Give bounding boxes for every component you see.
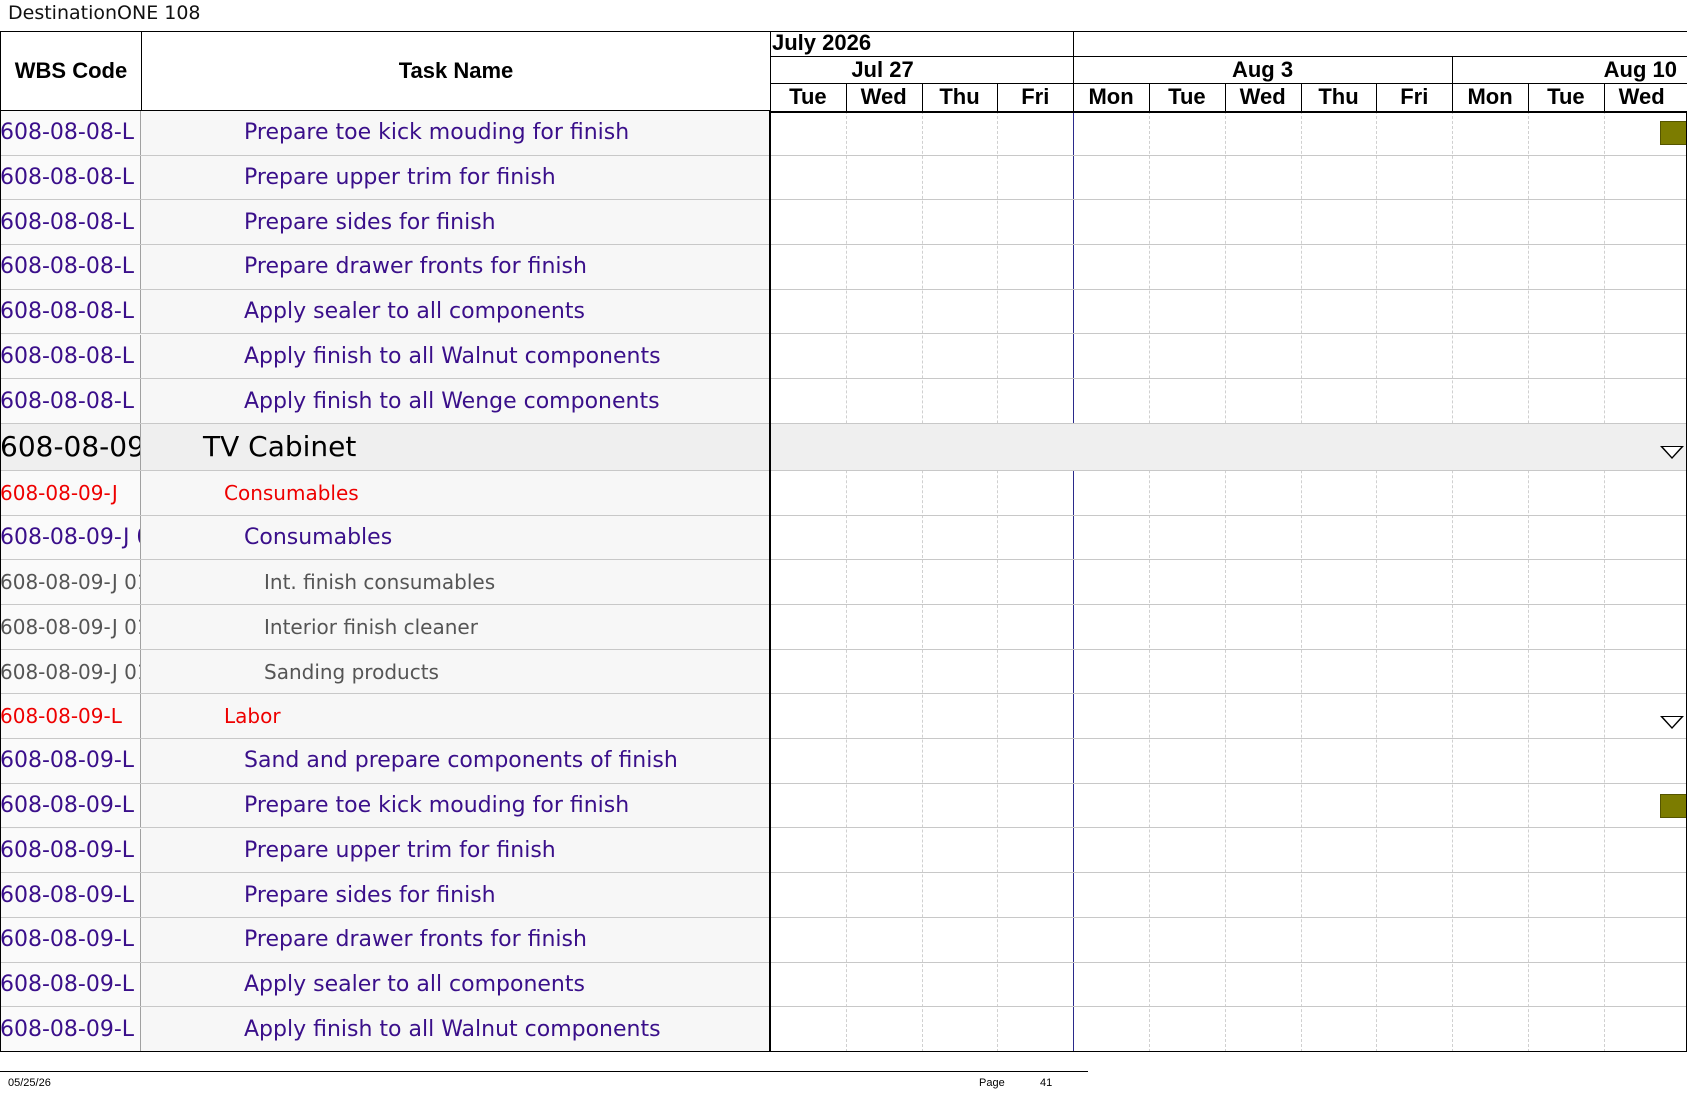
footer-rule [0,1071,1088,1072]
summary-collapse-triangle-icon[interactable] [1660,446,1684,460]
table-row[interactable]: 608-08-09-L 0 Prepare upper trim for fini… [0,828,1687,874]
gantt-task-bar[interactable] [1660,121,1687,146]
day-label: Mon [1467,84,1513,109]
task-name-cell: Sand and prepare components of finish [244,748,678,774]
summary-collapse-triangle-icon[interactable] [1660,715,1684,729]
task-name-cell: Prepare drawer fronts for finish [244,927,587,953]
wbs-code-cell: 608-08-08-L 0 [0,334,141,379]
day-label: Wed [1618,84,1665,109]
task-name-cell: Prepare toe kick mouding for finish [244,120,630,146]
task-name-cell: Prepare drawer fronts for finish [244,254,587,280]
month-label: July 2026 [772,30,872,55]
table-row[interactable]: 608-08-08-L 0 Apply finish to all Walnut … [0,334,1687,380]
wbs-code-cell: 608-08-08-L 0 [0,245,141,289]
table-row[interactable]: 608-08-09 TV Cabinet [0,423,1687,471]
wbs-column-header[interactable]: WBS Code [0,31,142,111]
wbs-code-cell: 608-08-08-L 0 [0,379,141,423]
task-name-cell: Prepare toe kick mouding for finish [244,793,630,819]
task-name-cell: Interior finish cleaner [264,614,478,639]
table-row[interactable]: 608-08-09-J 01 Interior finish cleaner [0,605,1687,650]
table-row[interactable]: 608-08-08-L 0 Prepare sides for finish [0,200,1687,246]
task-name-cell: Prepare upper trim for finish [244,837,556,863]
wbs-code-cell: 608-08-09-L 0 [0,917,141,962]
table-row[interactable]: 608-08-08-L 0 Apply sealer to all compone… [0,289,1687,335]
document-title: DestinationONE 108 [8,2,201,24]
week-label: Aug 10 [1603,57,1677,82]
day-label: Wed [1239,84,1286,109]
task-name-cell: Apply finish to all Walnut components [244,343,661,369]
day-label: Tue [1168,84,1206,109]
day-label: Wed [860,84,907,109]
table-row[interactable]: 608-08-09-L 0 Prepare toe kick mouding fo… [0,783,1687,829]
task-name-cell: Consumables [244,524,393,550]
day-label: Thu [1318,84,1359,109]
task-name-column-header[interactable]: Task Name [141,31,771,111]
task-name-cell: Prepare upper trim for finish [244,165,556,191]
footer-page-number: 41 [1040,1077,1053,1089]
task-name-cell: Prepare sides for finish [244,882,496,908]
task-name-cell: Apply sealer to all components [244,299,585,325]
table-row[interactable]: 608-08-09-J 01 Int. finish consumables [0,560,1687,605]
task-name-cell: Consumables [224,480,359,505]
day-label: Tue [1547,84,1585,109]
table-row[interactable]: 608-08-09-J 01 Sanding products [0,649,1687,695]
table-row[interactable]: 608-08-09-L Labor [0,694,1687,740]
table-row[interactable]: 608-08-08-L 0 Prepare upper trim for fini… [0,155,1687,201]
task-name-cell: Int. finish consumables [264,570,496,595]
wbs-code-cell: 608-08-09-J 01 [0,649,141,694]
wbs-code-cell: 608-08-09-L 0 [0,1007,141,1051]
week-label: Aug 3 [1231,57,1294,82]
wbs-code-cell: 608-08-09-J 01 [0,605,141,649]
day-label: Mon [1088,84,1134,109]
table-row[interactable]: 608-08-09-J 0 Consumables [0,515,1687,561]
gantt-task-bar[interactable] [1660,794,1687,819]
task-name-cell: TV Cabinet [203,430,357,464]
day-label: Fri [1400,84,1429,109]
day-label: Thu [939,84,980,109]
task-name-cell: Prepare sides for finish [244,209,496,235]
wbs-code-cell: 608-08-09-J 0 [0,515,141,560]
footer-page-label: Page [979,1077,1005,1089]
table-row[interactable]: 608-08-08-L 0 Prepare drawer fronts for f… [0,245,1687,290]
wbs-code-cell: 608-08-08-L 0 [0,155,141,200]
wbs-code-cell: 608-08-08-L 0 [0,289,141,334]
task-name-cell: Labor [224,704,281,729]
day-label: Fri [1021,84,1050,109]
table-row[interactable]: 608-08-09-L 0 Sand and prepare components… [0,739,1687,784]
task-name-cell: Apply sealer to all components [244,971,585,997]
wbs-code-cell: 608-08-08-L 0 [0,111,141,155]
table-row[interactable]: 608-08-09-J Consumables [0,470,1687,516]
wbs-code-cell: 608-08-09-L 0 [0,739,141,783]
table-row[interactable]: 608-08-08-L 0 Apply finish to all Wenge c… [0,379,1687,424]
wbs-code-cell: 608-08-09 [0,423,141,470]
wbs-code-cell: 608-08-09-L 0 [0,783,141,828]
wbs-code-cell: 608-08-08-L 0 [0,200,141,245]
wbs-code-cell: 608-08-09-J [0,470,141,515]
footer-date: 05/25/26 [8,1077,51,1089]
table-row[interactable]: 608-08-09-L 0 Apply finish to all Walnut … [0,1007,1687,1052]
table-row[interactable]: 608-08-09-L 0 Prepare drawer fronts for f… [0,917,1687,963]
wbs-code-cell: 608-08-09-L 0 [0,873,141,917]
table-row[interactable]: 608-08-09-L 0 Prepare sides for finish [0,873,1687,918]
table-row[interactable]: 608-08-09-L 0 Apply sealer to all compone… [0,962,1687,1008]
wbs-code-cell: 608-08-09-L 0 [0,962,141,1007]
week-label: Jul 27 [851,57,914,82]
task-name-cell: Apply finish to all Walnut components [244,1016,661,1042]
table-row[interactable]: 608-08-08-L 0 Prepare toe kick mouding fo… [0,111,1687,156]
day-label: Tue [789,84,827,109]
task-name-cell: Apply finish to all Wenge components [244,388,660,414]
wbs-code-cell: 608-08-09-L 0 [0,828,141,873]
wbs-code-cell: 608-08-09-L [0,694,141,739]
task-name-cell: Sanding products [264,659,439,684]
wbs-code-cell: 608-08-09-J 01 [0,560,141,604]
